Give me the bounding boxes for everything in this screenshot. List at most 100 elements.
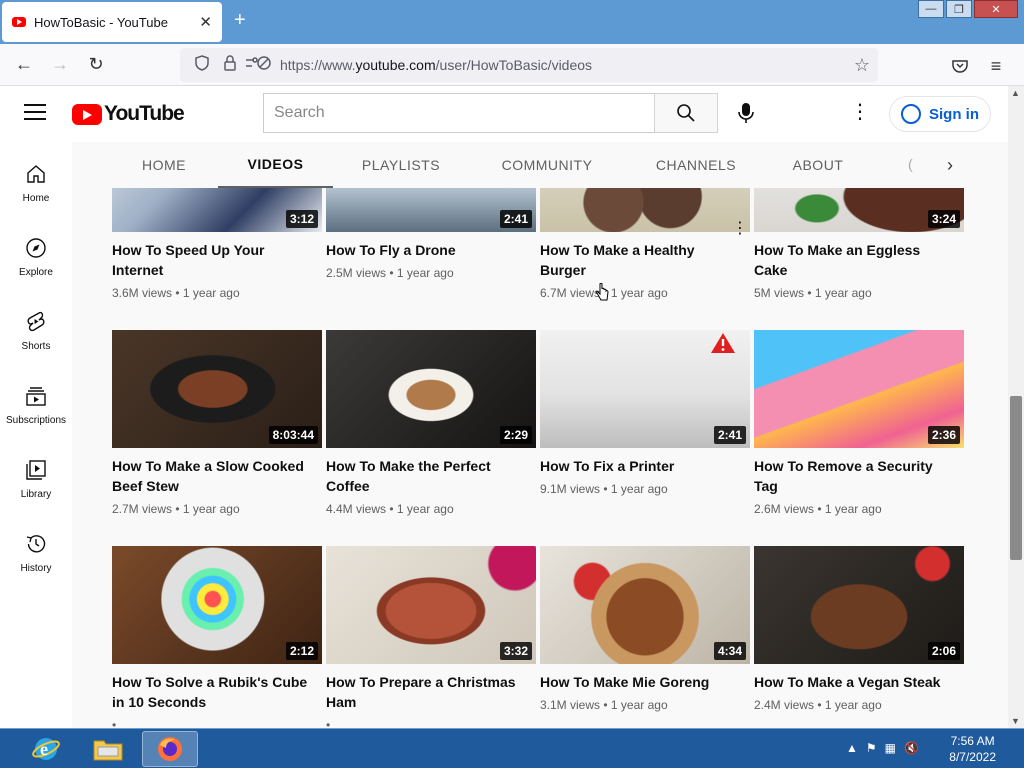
video-thumbnail[interactable]: 8:03:44 xyxy=(112,330,322,448)
guide-item-subscriptions[interactable]: Subscriptions xyxy=(0,384,72,444)
volume-muted-icon[interactable]: 🔇 xyxy=(904,741,919,755)
video-title[interactable]: How To Make a Vegan Steak xyxy=(754,672,954,692)
address-bar[interactable]: https://www.youtube.com/user/HowToBasic/… xyxy=(180,48,878,82)
video-title[interactable]: How To Make the Perfect Coffee xyxy=(326,456,526,496)
firefox-taskbar-button[interactable] xyxy=(142,731,198,767)
video-card[interactable]: 2:41 How To Fly a Drone 2.5M views • 1 y… xyxy=(326,188,536,280)
tab-home[interactable]: HOME xyxy=(124,142,204,188)
duration-badge: 3:12 xyxy=(285,210,318,228)
video-card[interactable]: 2:06 How To Make a Vegan Steak 2.4M view… xyxy=(754,546,964,712)
voice-search-button[interactable] xyxy=(730,97,762,129)
tab-playlists[interactable]: PLAYLISTS xyxy=(348,142,454,188)
video-title[interactable]: How To Prepare a Christmas Ham xyxy=(326,672,526,712)
network-icon[interactable]: ▦ xyxy=(885,741,896,755)
tracking-protection-shield-icon[interactable] xyxy=(188,55,216,75)
forward-icon[interactable]: → xyxy=(42,47,78,83)
video-thumbnail[interactable]: 2:29 xyxy=(326,330,536,448)
new-tab-button[interactable]: + xyxy=(234,10,246,30)
video-card[interactable]: 3:32 How To Prepare a Christmas Ham • xyxy=(326,546,536,728)
guide-label: Explore xyxy=(19,267,53,278)
pocket-icon[interactable] xyxy=(942,48,978,84)
guide-item-home[interactable]: Home xyxy=(0,162,72,222)
video-thumbnail[interactable]: 2:06 xyxy=(754,546,964,664)
search-input[interactable]: Search xyxy=(263,93,655,133)
video-thumbnail[interactable]: 3:12 xyxy=(112,188,322,232)
video-title[interactable]: How To Fly a Drone xyxy=(326,240,526,260)
tabs-next-chevron-icon[interactable]: › xyxy=(930,142,970,188)
permissions-icon[interactable] xyxy=(244,55,272,75)
library-icon xyxy=(24,458,48,482)
video-title[interactable]: How To Make an Eggless Cake xyxy=(754,240,954,280)
youtube-logo[interactable]: YouTube xyxy=(72,102,185,126)
video-meta: 2.4M views • 1 year ago xyxy=(754,698,882,712)
video-thumbnail[interactable]: 3:32 xyxy=(326,546,536,664)
video-card[interactable]: 8:03:44 How To Make a Slow Cooked Beef S… xyxy=(112,330,322,516)
minimize-button[interactable]: — xyxy=(918,0,944,18)
video-card[interactable]: 2:41 How To Fix a Printer 9.1M views • 1… xyxy=(540,330,750,496)
video-title[interactable]: How To Speed Up Your Internet xyxy=(112,240,312,280)
guide-label: Shorts xyxy=(21,341,51,352)
lock-icon[interactable] xyxy=(216,55,244,75)
tray-expand-arrow-icon[interactable]: ▲ xyxy=(846,741,858,755)
video-card[interactable]: 4:34 How To Make Mie Goreng 3.1M views •… xyxy=(540,546,750,712)
tab-videos[interactable]: VIDEOS xyxy=(218,142,333,188)
app-menu-icon[interactable]: ≡ xyxy=(978,48,1014,84)
video-card[interactable]: 2:12 How To Solve a Rubik's Cube in 10 S… xyxy=(112,546,322,728)
video-thumbnail[interactable]: 2:12 xyxy=(112,546,322,664)
video-card[interactable]: ⋮ How To Make a Healthy Burger 6.7M view… xyxy=(540,188,750,300)
internet-explorer-icon[interactable]: e xyxy=(18,731,74,767)
search-button[interactable] xyxy=(654,93,718,133)
shorts-icon xyxy=(24,310,48,334)
guide-item-history[interactable]: History xyxy=(0,532,72,592)
video-card[interactable]: 3:24 How To Make an Eggless Cake 5M view… xyxy=(754,188,964,300)
video-meta: • xyxy=(112,718,117,728)
video-thumbnail[interactable]: 4:34 xyxy=(540,546,750,664)
clock-date: 8/7/2022 xyxy=(949,750,996,764)
video-title[interactable]: How To Solve a Rubik's Cube in 10 Second… xyxy=(112,672,312,712)
channel-tabs: HOME VIDEOS PLAYLISTS COMMUNITY CHANNELS… xyxy=(72,142,1008,188)
video-title[interactable]: How To Make Mie Goreng xyxy=(540,672,740,692)
tab-close-icon[interactable]: ✕ xyxy=(199,13,212,31)
guide-item-library[interactable]: Library xyxy=(0,458,72,518)
video-card[interactable]: 2:36 How To Remove a Security Tag 2.6M v… xyxy=(754,330,964,516)
video-title[interactable]: How To Make a Healthy Burger xyxy=(540,240,740,280)
restore-button[interactable]: ❐ xyxy=(946,0,972,18)
video-title[interactable]: How To Make a Slow Cooked Beef Stew xyxy=(112,456,312,496)
video-card[interactable]: 2:29 How To Make the Perfect Coffee 4.4M… xyxy=(326,330,536,516)
scroll-up-arrow-icon[interactable]: ▲ xyxy=(1011,88,1020,98)
settings-kebab-icon[interactable]: ⋮ xyxy=(850,102,870,126)
tab-search-icon[interactable]: ( xyxy=(908,156,913,172)
back-icon[interactable]: ← xyxy=(6,47,42,83)
video-thumbnail[interactable]: 2:41 xyxy=(326,188,536,232)
video-thumbnail[interactable]: 2:41 xyxy=(540,330,750,448)
video-options-kebab-icon[interactable]: ⋮ xyxy=(732,218,748,238)
system-clock[interactable]: 7:56 AM 8/7/2022 xyxy=(949,733,996,765)
reload-icon[interactable]: ↻ xyxy=(78,47,114,83)
duration-badge: 2:12 xyxy=(285,642,318,660)
browser-tab[interactable]: HowToBasic - YouTube ✕ xyxy=(2,2,222,42)
guide-item-explore[interactable]: Explore xyxy=(0,236,72,296)
video-title[interactable]: How To Remove a Security Tag xyxy=(754,456,954,496)
url-text[interactable]: https://www.youtube.com/user/HowToBasic/… xyxy=(280,57,592,73)
video-thumbnail[interactable]: 2:36 xyxy=(754,330,964,448)
video-grid: 3:12 How To Speed Up Your Internet 3.6M … xyxy=(72,188,1008,728)
page-scrollbar[interactable]: ▲ ▼ xyxy=(1008,86,1024,728)
video-meta: 2.6M views • 1 year ago xyxy=(754,502,882,516)
guide-item-shorts[interactable]: Shorts xyxy=(0,310,72,370)
youtube-logo-text: YouTube xyxy=(104,102,185,125)
guide-menu-icon[interactable] xyxy=(24,104,46,120)
file-explorer-icon[interactable] xyxy=(80,731,136,767)
action-center-flag-icon[interactable]: ⚑ xyxy=(866,741,877,755)
close-window-button[interactable]: ✕ xyxy=(974,0,1018,18)
scroll-down-arrow-icon[interactable]: ▼ xyxy=(1011,716,1020,726)
tab-channels[interactable]: CHANNELS xyxy=(644,142,748,188)
sign-in-button[interactable]: Sign in xyxy=(889,96,991,132)
tab-community[interactable]: COMMUNITY xyxy=(492,142,602,188)
bookmark-star-icon[interactable]: ☆ xyxy=(854,55,870,76)
video-thumbnail[interactable] xyxy=(540,188,750,232)
scrollbar-thumb[interactable] xyxy=(1010,396,1022,560)
tab-about[interactable]: ABOUT xyxy=(784,142,852,188)
video-thumbnail[interactable]: 3:24 xyxy=(754,188,964,232)
video-card[interactable]: 3:12 How To Speed Up Your Internet 3.6M … xyxy=(112,188,322,300)
video-title[interactable]: How To Fix a Printer xyxy=(540,456,740,476)
